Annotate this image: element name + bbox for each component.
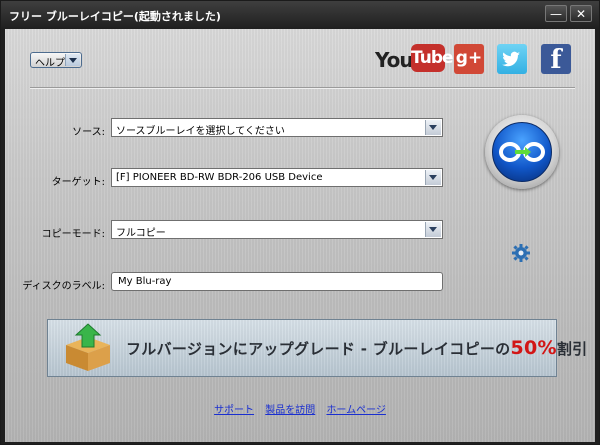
chevron-down-icon[interactable] <box>425 170 441 185</box>
visit-product-link[interactable]: 製品を訪問 <box>265 405 315 416</box>
gear-icon <box>512 244 530 262</box>
main-panel: ヘルプ You Tube g+ f ソース: ソースブルーレイを選択してください… <box>5 29 595 442</box>
copy-mode-label: コピーモード: <box>41 229 105 240</box>
target-label: ターゲット: <box>51 177 105 188</box>
disc-label-label: ディスクのラベル: <box>22 281 105 292</box>
start-copy-button[interactable] <box>485 115 559 189</box>
discount-percent: 50% <box>510 337 557 359</box>
disc-label-input[interactable] <box>111 272 443 291</box>
banner-text-after: 割引 <box>556 340 588 358</box>
homepage-link[interactable]: ホームページ <box>326 405 386 416</box>
target-value: [F] PIONEER BD-RW BDR-206 USB Device <box>116 172 323 183</box>
close-button[interactable]: ✕ <box>570 5 592 22</box>
copy-mode-select[interactable]: フルコピー <box>111 220 443 239</box>
google-plus-icon[interactable]: g+ <box>454 44 484 74</box>
copy-disc-icon <box>492 122 552 182</box>
chevron-down-icon[interactable] <box>425 120 441 135</box>
chevron-down-icon[interactable] <box>425 222 441 237</box>
settings-gear-icon[interactable] <box>511 243 531 263</box>
chevron-down-icon <box>65 54 80 66</box>
package-upgrade-icon <box>66 323 110 371</box>
target-select[interactable]: [F] PIONEER BD-RW BDR-206 USB Device <box>111 168 443 187</box>
title-bar[interactable]: フリー ブルーレイコピー(起動されました) — ✕ <box>1 1 599 28</box>
twitter-bird-icon <box>502 51 520 67</box>
copy-mode-value: フルコピー <box>116 228 166 239</box>
youtube-tube-text: Tube <box>411 44 454 72</box>
youtube-you-text: You <box>375 48 414 72</box>
minimize-button[interactable]: — <box>545 5 567 22</box>
app-window: フリー ブルーレイコピー(起動されました) — ✕ ヘルプ You Tube g… <box>0 0 600 445</box>
upgrade-banner-text: フルバージョンにアップグレード - ブルーレイコピーの50%割引 <box>126 337 587 359</box>
disc-link-icon <box>499 142 545 162</box>
upgrade-banner[interactable]: フルバージョンにアップグレード - ブルーレイコピーの50%割引 <box>47 319 587 377</box>
source-label: ソース: <box>72 127 105 138</box>
facebook-icon[interactable]: f <box>541 44 571 75</box>
source-select[interactable]: ソースブルーレイを選択してください <box>111 118 443 137</box>
header-divider <box>30 87 575 89</box>
help-menu-button[interactable]: ヘルプ <box>30 52 82 69</box>
banner-text-before: フルバージョンにアップグレード - ブルーレイコピーの <box>126 340 511 358</box>
support-link[interactable]: サポート <box>214 405 254 416</box>
twitter-icon[interactable] <box>497 44 527 74</box>
source-value: ソースブルーレイを選択してください <box>116 126 285 137</box>
window-title: フリー ブルーレイコピー(起動されました) <box>9 10 221 23</box>
footer-links: サポート 製品を訪問 ホームページ <box>5 401 595 416</box>
help-label: ヘルプ <box>35 58 65 69</box>
